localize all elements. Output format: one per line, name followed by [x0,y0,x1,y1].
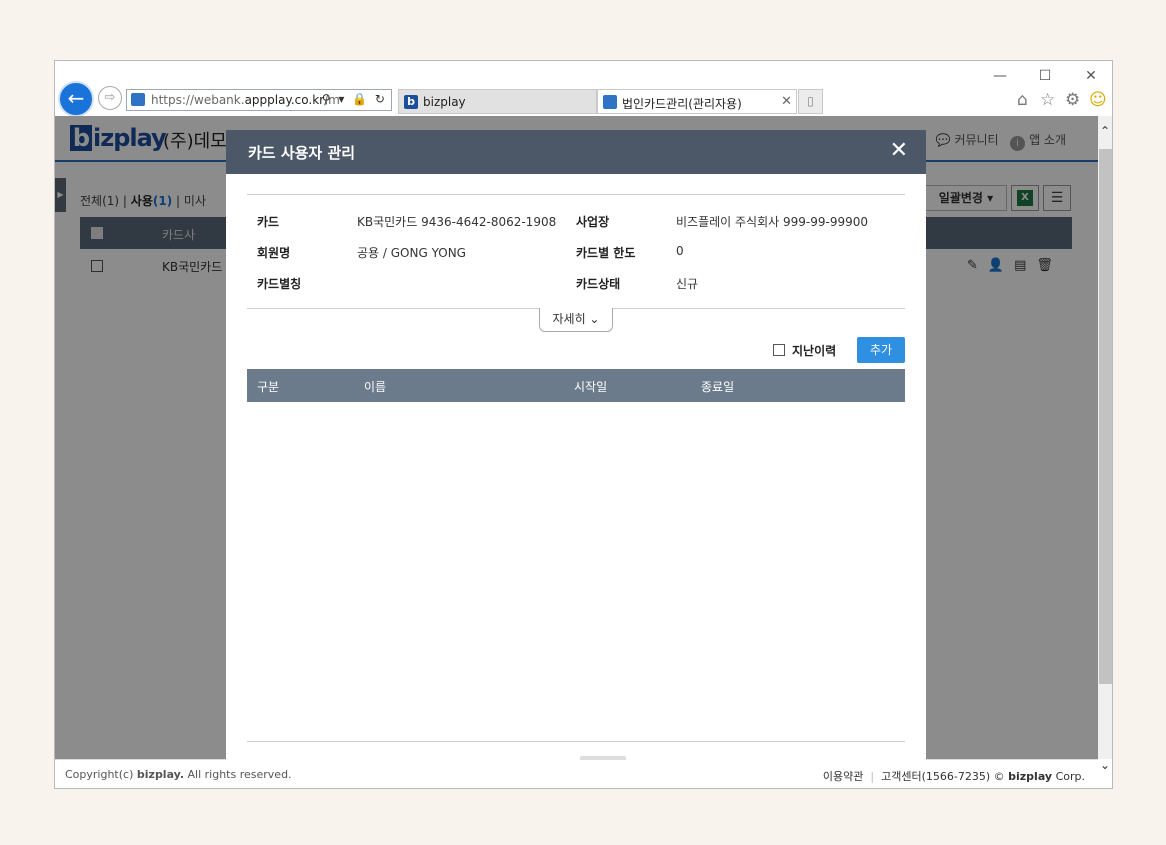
site-favicon-icon [131,93,145,106]
divider [247,741,905,742]
tab-close-icon[interactable]: ✕ [781,94,792,109]
address-tools[interactable]: ⚲ ▾ 🔒 ↻ [322,92,387,106]
scrollbar-thumb[interactable] [1099,149,1112,684]
tab-bizplay[interactable]: b bizplay [398,89,597,114]
status-label: 카드상태 [576,277,621,291]
arrow-right-icon: ⇨ [104,90,116,105]
add-button[interactable]: 추가 [857,337,905,363]
column-start-date: 시작일 [574,380,608,394]
close-window-button[interactable]: ✕ [1080,67,1102,85]
maximize-button[interactable]: ☐ [1034,67,1056,85]
home-icon[interactable]: ⌂ [1017,90,1028,110]
footer-links: 이용약관 | 고객센터(1566-7235) © bizplay Corp. [822,770,1085,783]
address-url[interactable]: https://webank.appplay.co.kr/m [151,93,340,107]
new-tab-button[interactable]: ▯ [798,89,823,114]
member-value: 공용 / GONG YONG [357,246,466,260]
browser-window: — ☐ ✕ ← ⇨ https://webank.appplay.co.kr/m… [54,60,1113,789]
card-value: KB국민카드 9436-4642-8062-1908 [357,215,557,229]
card-label: 카드 [257,215,280,229]
tab-label: bizplay [423,95,466,109]
limit-value: 0 [676,244,684,258]
divider [247,194,905,195]
card-user-modal: 카드 사용자 관리 ✕ 카드 KB국민카드 9436-4642-8062-190… [226,130,926,770]
address-bar[interactable]: https://webank.appplay.co.kr/m ⚲ ▾ 🔒 ↻ [126,89,392,111]
arrow-left-icon: ← [67,86,85,110]
modal-title: 카드 사용자 관리 [248,144,356,162]
business-label: 사업장 [576,215,610,229]
scroll-down-icon[interactable]: ⌄ [1100,758,1110,772]
business-value: 비즈플레이 주식회사 999-99-99900 [676,215,868,229]
status-value: 신규 [676,277,699,291]
tab-corporate-card[interactable]: 법인카드관리(관리자용) ✕ [597,89,797,114]
alias-label: 카드별칭 [257,277,302,291]
back-button[interactable]: ← [58,81,94,117]
page-scrollbar[interactable]: ⌃ ⌄ [1098,116,1112,772]
member-label: 회원명 [257,246,291,260]
star-icon[interactable]: ☆ [1040,90,1055,110]
gear-icon[interactable]: ⚙ [1065,90,1080,110]
column-type: 구분 [257,380,280,394]
support-link[interactable]: 고객센터(1566-7235) [881,770,990,783]
new-tab-icon: ▯ [807,94,814,108]
terms-link[interactable]: 이용약관 [823,770,863,783]
minimize-button[interactable]: — [989,67,1011,85]
history-label[interactable]: 지난이력 [792,342,836,359]
tab-label: 법인카드관리(관리자용) [622,97,742,111]
close-icon[interactable]: ✕ [890,140,908,162]
limit-label: 카드별 한도 [576,246,636,260]
forward-button[interactable]: ⇨ [98,86,122,110]
page-favicon-icon [603,95,617,109]
bizplay-favicon-icon: b [404,95,418,109]
detail-toggle-button[interactable]: 자세히 ⌄ [539,308,613,332]
user-table-header: 구분 이름 시작일 종료일 [247,369,905,402]
column-name: 이름 [364,380,387,394]
history-checkbox[interactable] [773,344,785,356]
modal-header: 카드 사용자 관리 ✕ [226,130,926,174]
scroll-up-icon[interactable]: ⌃ [1100,124,1110,138]
column-end-date: 종료일 [701,380,735,394]
modal-footer-button[interactable] [580,756,626,760]
smiley-icon[interactable]: ☺ [1089,90,1107,110]
